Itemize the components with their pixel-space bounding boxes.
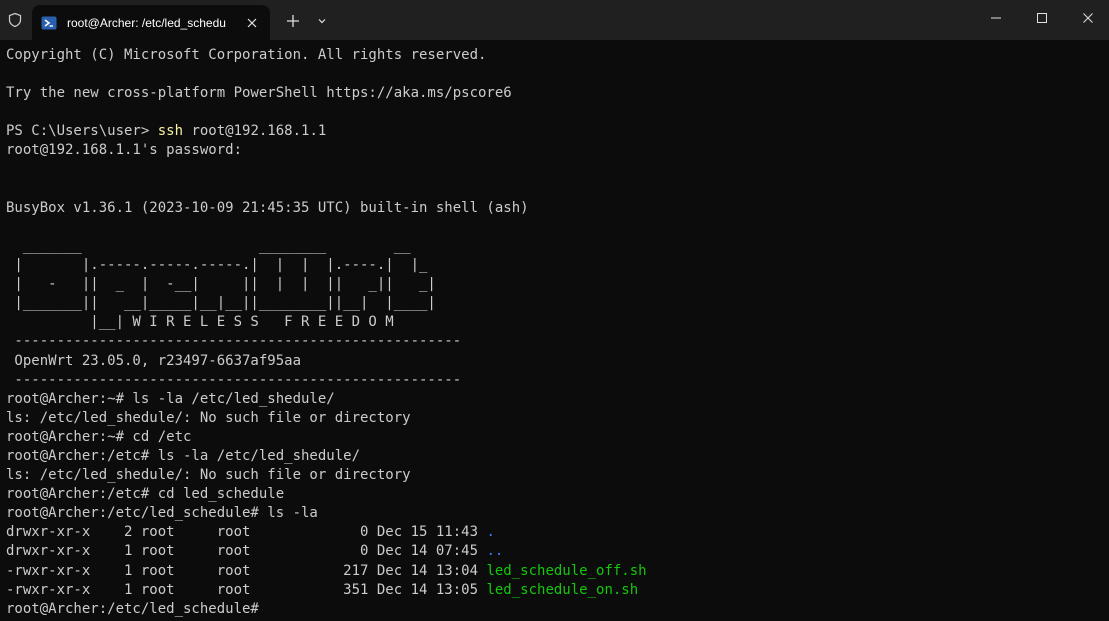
command-args: root@192.168.1.1 [183,123,327,140]
terminal-tab[interactable]: root@Archer: /etc/led_schedu [32,5,270,40]
maximize-button[interactable] [1019,0,1065,36]
terminal-line: root@Archer:~# ls -la /etc/led_shedule/ [6,390,335,407]
close-window-button[interactable] [1065,0,1109,36]
minimize-button[interactable] [973,0,1019,36]
directory-name: .. [486,543,504,560]
terminal-line: ----------------------------------------… [6,371,462,388]
executable-name: led_schedule_on.sh [486,581,639,598]
shield-icon[interactable] [0,0,30,40]
maximize-icon [1037,13,1047,23]
terminal-line: _______ ________ __ [6,237,411,254]
terminal-line: PS C:\Users\user> ssh root@192.168.1.1 [6,122,1109,141]
file-details: -rwxr-xr-x 1 root root 351 Dec 14 13:05 [6,581,487,598]
terminal-line: |__| W I R E L E S S F R E E D O M [6,314,394,331]
terminal-line: root@Archer:/etc# ls -la /etc/led_shedul… [6,447,361,464]
terminal-output[interactable]: Copyright (C) Microsoft Corporation. All… [0,40,1109,621]
terminal-line: drwxr-xr-x 1 root root 0 Dec 14 07:45 .. [6,542,1109,561]
terminal-line: OpenWrt 23.05.0, r23497-6637af95aa [6,352,302,369]
file-details: -rwxr-xr-x 1 root root 217 Dec 14 13:04 [6,562,487,579]
terminal-line: drwxr-xr-x 2 root root 0 Dec 15 11:43 . [6,523,1109,542]
terminal-line: ----------------------------------------… [6,333,462,350]
file-details: drwxr-xr-x 2 root root 0 Dec 15 11:43 [6,524,487,541]
scrollbar[interactable] [1105,40,1109,621]
terminal-line: Try the new cross-platform PowerShell ht… [6,85,512,102]
powershell-icon [41,15,57,31]
terminal-line: root@Archer:/etc/led_schedule# [6,600,259,617]
close-window-icon [1083,13,1093,23]
terminal-line: ls: /etc/led_shedule/: No such file or d… [6,409,411,426]
executable-name: led_schedule_off.sh [486,562,647,579]
terminal-line: | - || _ | -__| || | | || _|| _| [6,276,436,293]
directory-name: . [486,524,495,541]
terminal-line: -rwxr-xr-x 1 root root 217 Dec 14 13:04 … [6,562,1109,581]
tab-title: root@Archer: /etc/led_schedu [67,15,226,30]
prompt-text: PS C:\Users\user> [6,123,158,140]
terminal-line: Copyright (C) Microsoft Corporation. All… [6,47,487,63]
file-details: drwxr-xr-x 1 root root 0 Dec 14 07:45 [6,543,487,560]
terminal-line: -rwxr-xr-x 1 root root 351 Dec 14 13:05 … [6,581,1109,600]
title-bar: root@Archer: /etc/led_schedu [0,0,1109,40]
terminal-line: root@Archer:/etc/led_schedule# ls -la [6,505,318,522]
tab-dropdown-button[interactable] [312,8,332,34]
close-icon[interactable] [242,13,262,33]
terminal-line: ls: /etc/led_shedule/: No such file or d… [6,467,411,484]
terminal-line: BusyBox v1.36.1 (2023-10-09 21:45:35 UTC… [6,199,529,216]
chevron-down-icon [318,19,326,24]
terminal-line: | |.-----.-----.-----.| | | |.----.| |_ [6,257,428,274]
terminal-line: |_______|| __|_____|__|__||________||__|… [6,295,436,312]
terminal-line: root@Archer:/etc# cd led_schedule [6,486,285,503]
command-name: ssh [157,123,184,140]
terminal-line: root@Archer:~# cd /etc [6,428,192,445]
minimize-icon [991,17,1001,19]
plus-icon [287,15,299,27]
new-tab-button[interactable] [280,8,306,34]
terminal-line: root@192.168.1.1's password: [6,142,243,159]
